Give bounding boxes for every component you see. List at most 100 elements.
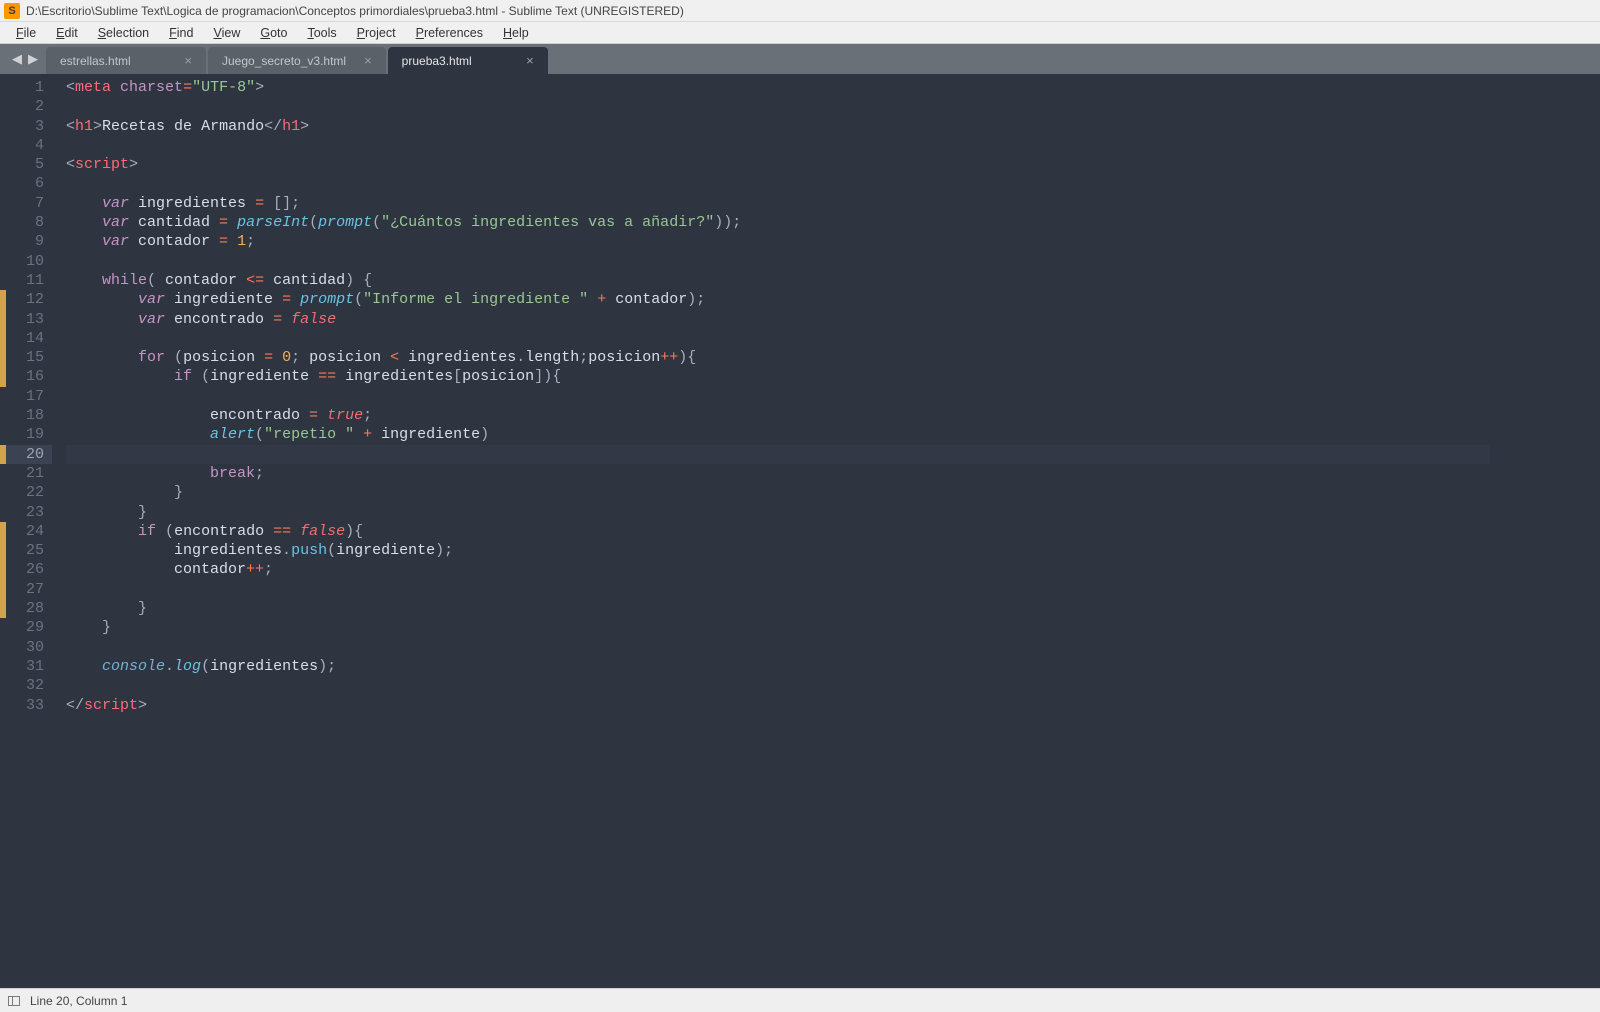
code-line[interactable]: console.log(ingredientes);	[66, 657, 1490, 676]
line-number[interactable]: 29	[6, 618, 44, 637]
line-number[interactable]: 5	[6, 155, 44, 174]
nav-forward-icon[interactable]: ▶	[28, 51, 38, 67]
code-line[interactable]: </script>	[66, 696, 1490, 715]
line-number[interactable]: 21	[6, 464, 44, 483]
code-line[interactable]: }	[66, 599, 1490, 618]
minimap[interactable]	[1490, 74, 1600, 988]
tab-label: prueba3.html	[402, 54, 472, 68]
menu-tools[interactable]: Tools	[297, 24, 346, 42]
line-number[interactable]: 3	[6, 117, 44, 136]
app-icon: S	[4, 3, 20, 19]
code-line[interactable]: var contador = 1;	[66, 232, 1490, 251]
line-number[interactable]: 27	[6, 580, 44, 599]
code-line[interactable]: var cantidad = parseInt(prompt("¿Cuántos…	[66, 213, 1490, 232]
code-line[interactable]: }	[66, 503, 1490, 522]
code-line[interactable]: }	[66, 483, 1490, 502]
line-number[interactable]: 18	[6, 406, 44, 425]
line-number[interactable]: 9	[6, 232, 44, 251]
code-line[interactable]: while( contador <= cantidad) {	[66, 271, 1490, 290]
code-line[interactable]: <meta charset="UTF-8">	[66, 78, 1490, 97]
line-number-gutter[interactable]: 1234567891011121314151617181920212223242…	[6, 74, 52, 988]
line-number[interactable]: 12	[6, 290, 44, 309]
code-line[interactable]: var ingrediente = prompt("Informe el ing…	[66, 290, 1490, 309]
status-bar: Line 20, Column 1	[0, 988, 1600, 1012]
tab-label: estrellas.html	[60, 54, 131, 68]
line-number[interactable]: 10	[6, 252, 44, 271]
close-icon[interactable]: ×	[166, 53, 192, 68]
tab-estrellas-html[interactable]: estrellas.html ×	[46, 47, 206, 74]
code-line[interactable]: for (posicion = 0; posicion < ingredient…	[66, 348, 1490, 367]
code-line[interactable]	[66, 252, 1490, 271]
line-number[interactable]: 19	[6, 425, 44, 444]
line-number[interactable]: 11	[6, 271, 44, 290]
line-number[interactable]: 28	[6, 599, 44, 618]
code-line[interactable]	[66, 97, 1490, 116]
code-line[interactable]: encontrado = true;	[66, 406, 1490, 425]
menu-goto[interactable]: Goto	[250, 24, 297, 42]
code-line[interactable]: if (encontrado == false){	[66, 522, 1490, 541]
code-line[interactable]	[66, 580, 1490, 599]
menu-find[interactable]: Find	[159, 24, 203, 42]
line-number[interactable]: 22	[6, 483, 44, 502]
line-number[interactable]: 14	[6, 329, 44, 348]
line-number[interactable]: 7	[6, 194, 44, 213]
line-number[interactable]: 30	[6, 638, 44, 657]
line-number[interactable]: 15	[6, 348, 44, 367]
panel-switcher-icon[interactable]	[8, 996, 20, 1006]
menu-help[interactable]: Help	[493, 24, 539, 42]
line-number[interactable]: 32	[6, 676, 44, 695]
tab-juego_secreto_v3-html[interactable]: Juego_secreto_v3.html×	[208, 47, 386, 74]
code-line[interactable]	[66, 387, 1490, 406]
line-number[interactable]: 17	[6, 387, 44, 406]
line-number[interactable]: 4	[6, 136, 44, 155]
nav-back-icon[interactable]: ◀	[12, 51, 22, 67]
line-number[interactable]: 33	[6, 696, 44, 715]
line-number[interactable]: 25	[6, 541, 44, 560]
code-line[interactable]: }	[66, 618, 1490, 637]
modified-marker	[0, 522, 6, 619]
code-line[interactable]: <script>	[66, 155, 1490, 174]
line-number[interactable]: 6	[6, 174, 44, 193]
line-number[interactable]: 24	[6, 522, 44, 541]
code-line[interactable]	[66, 638, 1490, 657]
tab-label: Juego_secreto_v3.html	[222, 54, 346, 68]
code-line[interactable]: break;	[66, 464, 1490, 483]
modified-marker	[0, 290, 6, 387]
modified-marker	[0, 445, 6, 464]
code-line[interactable]: contador++;	[66, 560, 1490, 579]
code-line[interactable]: ingredientes.push(ingrediente);	[66, 541, 1490, 560]
editor-area[interactable]: 1234567891011121314151617181920212223242…	[0, 74, 1600, 988]
menu-view[interactable]: View	[203, 24, 250, 42]
code-line[interactable]	[66, 676, 1490, 695]
line-number[interactable]: 26	[6, 560, 44, 579]
line-number[interactable]: 8	[6, 213, 44, 232]
line-number[interactable]: 20	[6, 445, 52, 464]
code-line[interactable]: var encontrado = false	[66, 310, 1490, 329]
code-line[interactable]	[66, 445, 1490, 464]
code-content[interactable]: <meta charset="UTF-8"> <h1>Recetas de Ar…	[52, 74, 1490, 988]
line-number[interactable]: 1	[6, 78, 44, 97]
menu-selection[interactable]: Selection	[88, 24, 159, 42]
code-line[interactable]: var ingredientes = [];	[66, 194, 1490, 213]
line-number[interactable]: 23	[6, 503, 44, 522]
tab-prueba3-html[interactable]: prueba3.html ×	[388, 47, 548, 74]
line-number[interactable]: 16	[6, 367, 44, 386]
menu-file[interactable]: File	[6, 24, 46, 42]
code-line[interactable]	[66, 329, 1490, 348]
tab-nav-arrows[interactable]: ◀ ▶	[4, 44, 46, 74]
line-number[interactable]: 31	[6, 657, 44, 676]
menu-preferences[interactable]: Preferences	[406, 24, 493, 42]
code-line[interactable]: if (ingrediente == ingredientes[posicion…	[66, 367, 1490, 386]
code-line[interactable]: alert("repetio " + ingrediente)	[66, 425, 1490, 444]
close-icon[interactable]: ×	[508, 53, 534, 68]
line-number[interactable]: 2	[6, 97, 44, 116]
menu-edit[interactable]: Edit	[46, 24, 88, 42]
window-titlebar: S D:\Escritorio\Sublime Text\Logica de p…	[0, 0, 1600, 22]
status-cursor-position[interactable]: Line 20, Column 1	[30, 994, 127, 1008]
code-line[interactable]	[66, 136, 1490, 155]
menu-project[interactable]: Project	[347, 24, 406, 42]
code-line[interactable]	[66, 174, 1490, 193]
code-line[interactable]: <h1>Recetas de Armando</h1>	[66, 117, 1490, 136]
line-number[interactable]: 13	[6, 310, 44, 329]
close-icon[interactable]: ×	[346, 53, 372, 68]
